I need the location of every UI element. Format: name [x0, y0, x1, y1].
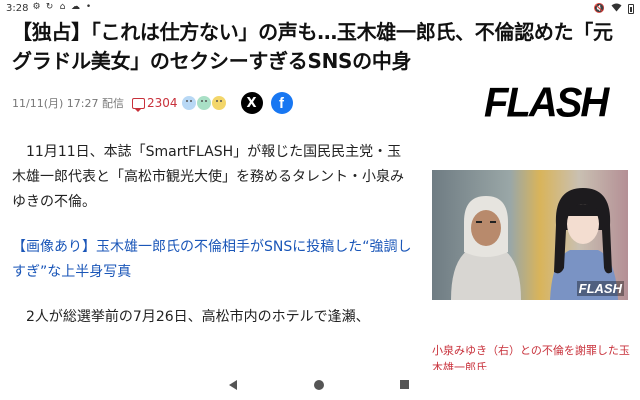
article-photo[interactable]: FLASH [432, 170, 628, 300]
battery-icon [628, 4, 634, 14]
status-bar: 3:28 ⚙ ↻ ⌂ ☁ • 🔇 [0, 0, 640, 18]
navigation-bar [0, 372, 640, 400]
article-meta: 11/11(月) 17:27 配信 2304 X f [12, 92, 293, 114]
share-x-button[interactable]: X [240, 92, 263, 114]
man-figure [451, 196, 521, 300]
image-link[interactable]: 【画像あり】玉木雄一郎氏の不倫相手がSNSに投稿した“強調しすぎ”な上半身写真 [12, 235, 412, 285]
flash-logo[interactable]: FLASH [484, 80, 609, 127]
dot-icon: • [85, 2, 92, 12]
back-icon[interactable] [229, 380, 237, 390]
refresh-icon: ↻ [45, 2, 54, 12]
home-button-icon[interactable] [314, 380, 324, 390]
photo-caption: 小泉みゆき（右）との不倫を謝罪した玉木雄一郎氏 [432, 344, 630, 370]
home-icon: ⌂ [59, 2, 66, 12]
status-system-icons: 🔇 [594, 3, 634, 15]
status-notification-icons: ⚙ ↻ ⌂ ☁ • [32, 3, 93, 12]
wifi-icon [611, 3, 622, 15]
publish-date: 11/11(月) 17:27 配信 [12, 97, 124, 110]
article-paragraph: 2人が総選挙前の7月26日、高松市内のホテルで逢瀬、 [26, 309, 370, 325]
gear-icon: ⚙ [32, 2, 41, 12]
cloud-icon: ☁ [71, 2, 80, 12]
reaction-face-icon[interactable] [196, 96, 211, 110]
status-time: 3:28 [6, 3, 29, 14]
article-headline: 【独占】「これは仕方ない」の声も…玉木雄一郎氏、不倫認めた「元グラドル美女」のセ… [12, 20, 613, 73]
reaction-face-icon[interactable] [211, 96, 226, 110]
share-facebook-button[interactable]: f [270, 92, 293, 114]
photo-watermark: FLASH [576, 281, 624, 296]
comments-link[interactable]: 2304 [131, 96, 178, 112]
comment-icon [131, 97, 145, 112]
comment-count: 2304 [146, 96, 178, 110]
article-body: 11月11日、本誌「SmartFLASH」が報じた国民民主党・玉木雄一郎代表と「… [12, 140, 412, 330]
article-paragraph: 11月11日、本誌「SmartFLASH」が報じた国民民主党・玉木雄一郎代表と「… [12, 144, 404, 210]
reaction-face-icon[interactable] [181, 96, 196, 110]
recent-apps-icon[interactable] [400, 380, 409, 389]
mute-icon: 🔇 [593, 4, 605, 14]
